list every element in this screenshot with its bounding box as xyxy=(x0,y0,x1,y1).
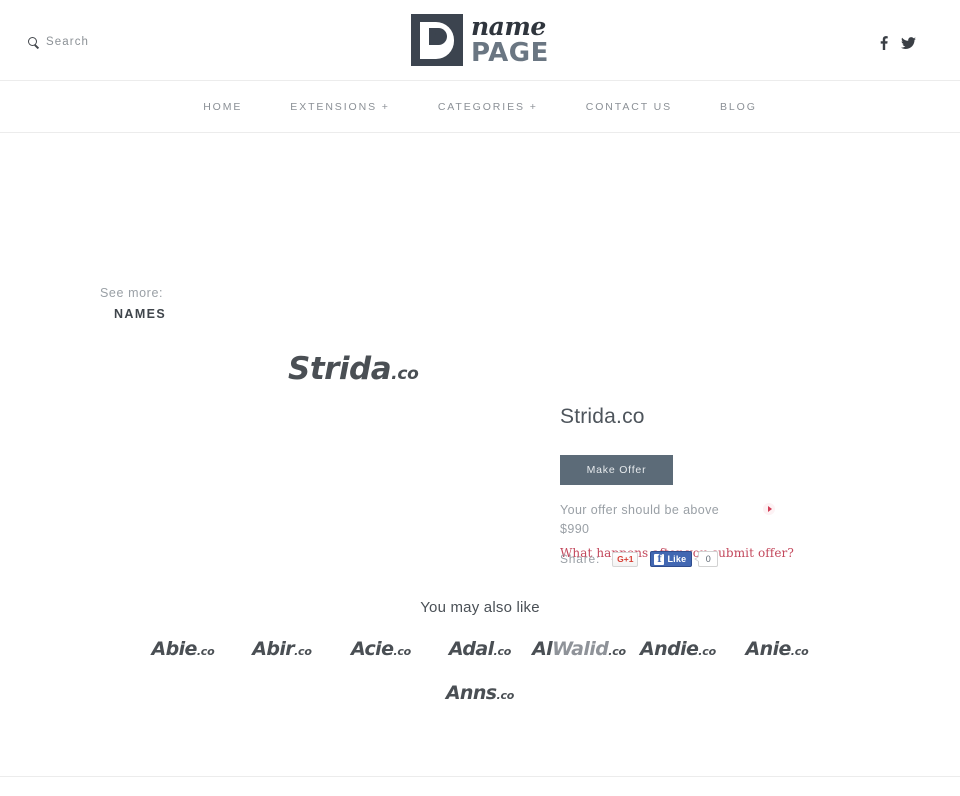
logo-name-text: name xyxy=(471,12,546,41)
also-like-item[interactable]: Andie.co xyxy=(629,638,728,660)
also-like-item[interactable]: AlWalid.co xyxy=(530,638,629,660)
top-bar: Search n name PAGE xyxy=(0,0,960,81)
domain-logo-tld: .co xyxy=(391,364,419,384)
offer-marker-icon xyxy=(763,503,775,515)
also-like-item-name: Al xyxy=(532,638,553,660)
nav-item-categories[interactable]: CATEGORIES + xyxy=(414,101,562,113)
also-like-item-tld: .co xyxy=(698,645,716,658)
also-like-grid-row2: Anns.co xyxy=(0,682,960,704)
also-like-item-name: Abir xyxy=(252,638,295,660)
nav-item-contact-us[interactable]: CONTACT US xyxy=(562,101,696,113)
facebook-icon[interactable] xyxy=(880,36,888,50)
also-like-item-tld: .co xyxy=(294,645,312,658)
see-more-label: See more: xyxy=(100,286,164,300)
logo-mark-icon: n xyxy=(411,14,463,66)
also-like-item[interactable]: Anie.co xyxy=(728,638,827,660)
logo-page-text: PAGE xyxy=(471,38,549,68)
also-like-item-name: Anie xyxy=(745,638,792,660)
make-offer-button[interactable]: Make Offer xyxy=(560,455,673,485)
share-row: Share: G+1 f Like 0 xyxy=(560,551,719,567)
also-like-item[interactable]: Anns.co xyxy=(431,682,530,704)
nav-item-blog[interactable]: BLOG xyxy=(696,101,781,113)
offer-note-price: $990 xyxy=(560,522,590,537)
logo-mark-letter: n xyxy=(428,24,444,50)
nav-item-extensions[interactable]: EXTENSIONS + xyxy=(266,101,414,113)
also-like-item-tld: .co xyxy=(608,645,626,658)
google-plus-one-button[interactable]: G+1 xyxy=(612,551,639,567)
offer-note-line1: Your offer should be above xyxy=(560,503,720,517)
logo-wordmark: name PAGE xyxy=(471,14,549,66)
domain-logo: Strida.co xyxy=(288,351,419,387)
facebook-like-count[interactable]: 0 xyxy=(694,551,719,567)
nav-item-home[interactable]: HOME xyxy=(179,101,266,113)
also-like-item[interactable]: Acie.co xyxy=(332,638,431,660)
also-like-heading: You may also like xyxy=(420,599,540,616)
facebook-like-label: Like xyxy=(667,554,687,564)
also-like-item-name: Acie xyxy=(350,638,394,660)
also-like-item-name: Adal xyxy=(448,638,494,660)
page-title: Strida.co xyxy=(560,405,645,428)
search-button[interactable]: Search xyxy=(28,36,89,48)
also-like-item[interactable]: Abie.co xyxy=(134,638,233,660)
also-like-item[interactable]: Adal.co xyxy=(431,638,530,660)
also-like-item-tld: .co xyxy=(393,645,412,658)
offer-panel: Strida.co Make Offer Your offer should b… xyxy=(560,405,860,560)
also-like-item[interactable]: Abir.co xyxy=(233,638,332,660)
search-icon xyxy=(28,36,39,48)
main-navigation: HOME EXTENSIONS + CATEGORIES + CONTACT U… xyxy=(0,81,960,133)
breadcrumb-category-names[interactable]: NAMES xyxy=(114,306,166,323)
facebook-like-group: f Like 0 xyxy=(650,551,719,567)
twitter-icon[interactable] xyxy=(901,36,916,50)
also-like-item-tld: .co xyxy=(790,645,809,658)
also-like-item-name: Abie xyxy=(151,638,198,660)
search-label: Search xyxy=(46,36,90,48)
facebook-icon: f xyxy=(654,553,665,565)
facebook-like-button[interactable]: f Like xyxy=(650,551,693,567)
site-logo[interactable]: n name PAGE xyxy=(411,12,549,68)
also-like-item-name-secondary: Walid xyxy=(552,638,609,660)
domain-logo-name: Strida xyxy=(288,351,392,387)
social-links xyxy=(880,36,916,50)
footer-navigation: ABOUT US TERMS OF SERVICE PRIVACY POLICY… xyxy=(0,777,960,796)
offer-minimum-note: Your offer should be above $990 xyxy=(560,501,775,540)
also-like-item-name: Andie xyxy=(640,638,699,660)
also-like-item-tld: .co xyxy=(493,645,512,658)
breadcrumb: See more: NAMES xyxy=(100,285,166,323)
also-like-item-name: Anns xyxy=(445,682,497,704)
also-like-grid: Abie.co Abir.co Acie.co Adal.co AlWalid.… xyxy=(0,638,960,704)
also-like-item-tld: .co xyxy=(496,689,515,702)
share-label: Share: xyxy=(560,552,601,566)
also-like-item-tld: .co xyxy=(196,645,215,658)
